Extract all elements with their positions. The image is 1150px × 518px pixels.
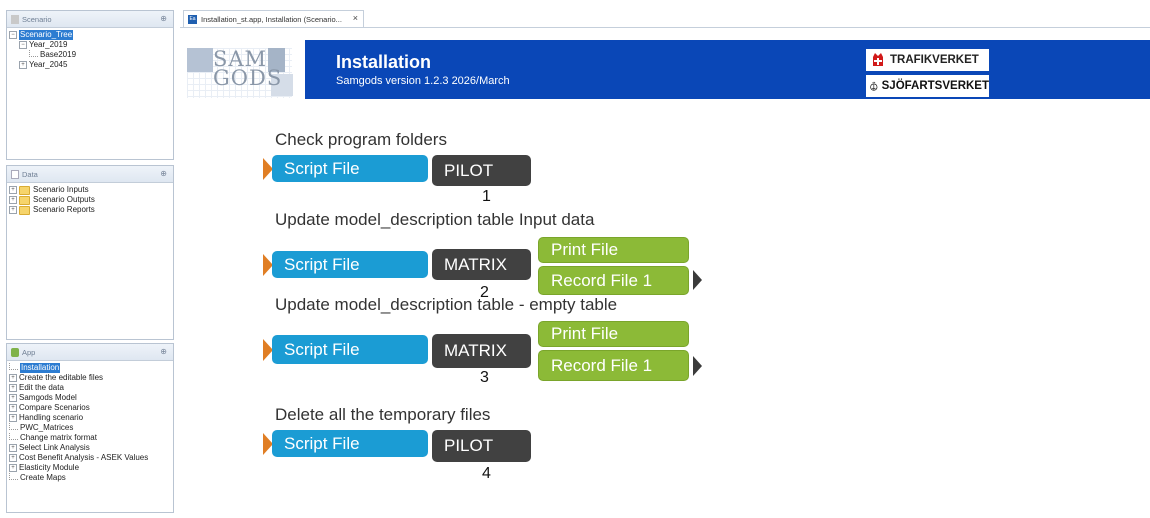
app-item-pwc-matrices[interactable]: PWC_Matrices (9, 422, 173, 433)
app-item-elasticity-module[interactable]: + Elasticity Module (9, 463, 173, 473)
app-item-installation[interactable]: Installation (9, 362, 173, 373)
folder-icon (19, 205, 30, 215)
tree-node-year2045[interactable]: + Year_2045 (9, 60, 173, 70)
step-1-number: 1 (482, 188, 491, 205)
step-4-number: 4 (482, 465, 491, 482)
step-3-output-arrow-icon[interactable] (693, 356, 702, 376)
data-panel: Data ⊕ + Scenario Inputs + Scenario Output… (6, 165, 174, 340)
close-icon[interactable]: × (353, 13, 358, 23)
data-tree: + Scenario Inputs + Scenario Outputs + Scen… (7, 183, 173, 215)
version-subtitle: Samgods version 1.2.3 2026/March (336, 75, 510, 87)
app-item-change-matrix-format[interactable]: Change matrix format (9, 432, 173, 443)
app-item-select-link-analysis[interactable]: + Select Link Analysis (9, 443, 173, 453)
tree-node-scenario-reports[interactable]: + Scenario Reports (9, 205, 173, 215)
scenario-panel: Scenario ⊕ − Scenario_Tree − Year_2019 Bas… (6, 10, 174, 160)
data-panel-title: Data (22, 169, 38, 179)
step-1-script-file-button[interactable]: Script File (272, 155, 428, 182)
scenario-icon (11, 14, 19, 24)
app-item-create-editable[interactable]: + Create the editable files (9, 373, 173, 383)
app-item-handling-scenario[interactable]: + Handling scenario (9, 413, 173, 423)
samgods-logo: SAM GODS (183, 40, 305, 99)
expand-icon[interactable]: + (9, 444, 17, 452)
trafikverket-logo: TRAFIKVERKET (866, 49, 989, 71)
step-2-script-file-button[interactable]: Script File (272, 251, 428, 278)
document-tabstrip: Ea Installation_st.app, Installation (Sc… (180, 8, 1150, 28)
step-3-heading: Update model_description table - empty t… (275, 295, 618, 314)
anchor-emblem-icon (870, 81, 878, 91)
data-icon (11, 169, 19, 179)
step-4-heading: Delete all the temporary files (275, 405, 491, 424)
tree-node-root[interactable]: − Scenario_Tree (9, 30, 173, 40)
step-4-script-file-button[interactable]: Script File (272, 430, 428, 457)
expand-icon[interactable]: + (9, 464, 17, 472)
step-2-program-button[interactable]: MATRIX (432, 249, 531, 280)
tree-node-scenario-outputs[interactable]: + Scenario Outputs (9, 195, 173, 205)
expand-icon[interactable]: + (9, 454, 17, 462)
data-panel-header: Data ⊕ (7, 166, 173, 183)
expand-icon[interactable]: + (9, 186, 17, 194)
step-3-script-file-button[interactable]: Script File (272, 335, 428, 364)
sjofartsverket-logo: SJÖFARTSVERKET (866, 75, 989, 97)
step-4-program-button[interactable]: PILOT (432, 430, 531, 462)
app-item-compare-scenarios[interactable]: + Compare Scenarios (9, 403, 173, 413)
expand-icon[interactable]: + (9, 384, 17, 392)
tree-node-base2019[interactable]: Base2019 (9, 49, 173, 60)
app-item-samgods-model[interactable]: + Samgods Model (9, 393, 173, 403)
app-panel-header: App ⊕ (7, 344, 173, 361)
pin-icon[interactable]: ⊕ (160, 347, 167, 356)
scenario-panel-header: Scenario ⊕ (7, 11, 173, 28)
app-file-icon: Ea (188, 14, 197, 24)
tab-installation[interactable]: Ea Installation_st.app, Installation (Sc… (183, 10, 364, 27)
scenario-panel-title: Scenario (22, 14, 52, 24)
step-1-program-button[interactable]: PILOT (432, 155, 531, 186)
step-3-record-file-button[interactable]: Record File 1 (538, 350, 689, 381)
page-title: Installation (336, 52, 432, 72)
step-2-record-file-button[interactable]: Record File 1 (538, 266, 689, 295)
folder-icon (19, 185, 30, 195)
expand-icon[interactable]: + (9, 404, 17, 412)
app-panel-title: App (22, 347, 36, 357)
step-2-output-arrow-icon[interactable] (693, 270, 702, 290)
step-2-print-file-button[interactable]: Print File (538, 237, 689, 263)
app-item-cost-benefit[interactable]: + Cost Benefit Analysis - ASEK Values (9, 453, 173, 463)
tree-node-scenario-inputs[interactable]: + Scenario Inputs (9, 185, 173, 195)
expand-icon[interactable]: + (9, 394, 17, 402)
tab-label: Installation_st.app, Installation (Scena… (201, 14, 342, 24)
app-item-edit-data[interactable]: + Edit the data (9, 383, 173, 393)
collapse-icon[interactable]: − (19, 41, 27, 49)
app-item-create-maps[interactable]: Create Maps (9, 472, 173, 483)
app-panel: App ⊕ Installation + Create the editable … (6, 343, 174, 513)
app-icon (11, 347, 19, 357)
scenario-tree: − Scenario_Tree − Year_2019 Base2019 + Year… (7, 28, 173, 70)
step-3-number: 3 (480, 369, 489, 386)
tree-node-year2019[interactable]: − Year_2019 (9, 40, 173, 50)
app-tree: Installation + Create the editable files … (7, 361, 173, 483)
expand-icon[interactable]: + (19, 61, 27, 69)
step-3-program-button[interactable]: MATRIX (432, 334, 531, 368)
pin-icon[interactable]: ⊕ (160, 169, 167, 178)
pin-icon[interactable]: ⊕ (160, 14, 167, 23)
expand-icon[interactable]: + (9, 374, 17, 382)
step-1-heading: Check program folders (275, 130, 447, 149)
logo-text: SAM GODS (213, 47, 283, 90)
expand-icon[interactable]: + (9, 206, 17, 214)
header-banner: SAM GODS Installation Samgods version 1.… (183, 40, 1150, 99)
step-2-heading: Update model_description table Input dat… (275, 210, 595, 229)
expand-icon[interactable]: + (9, 196, 17, 204)
folder-icon (19, 195, 30, 205)
collapse-icon[interactable]: − (9, 31, 17, 39)
expand-icon[interactable]: + (9, 414, 17, 422)
crown-emblem-icon (873, 53, 883, 66)
step-3-print-file-button[interactable]: Print File (538, 321, 689, 347)
